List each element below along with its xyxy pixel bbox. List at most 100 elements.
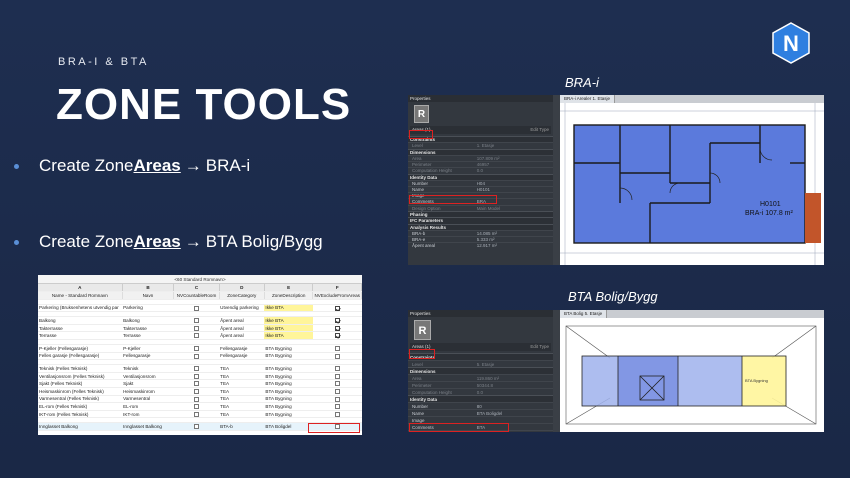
exclude-checkbox[interactable] — [334, 325, 340, 331]
property-row[interactable]: Number H04 — [408, 179, 553, 186]
property-value[interactable]: H04 — [475, 181, 553, 186]
countable-checkbox[interactable] — [194, 366, 199, 372]
exclude-checkbox[interactable] — [334, 333, 340, 339]
cell-description: BTA Bygning — [264, 379, 313, 389]
property-row[interactable]: Computation Height 0.0 — [408, 167, 553, 173]
countable-checkbox[interactable] — [194, 353, 199, 359]
property-row[interactable]: Åpent areal 12.917 m² — [408, 242, 553, 248]
exclude-checkbox[interactable] — [334, 353, 340, 359]
table-row[interactable]: Felles garasje (Fellesgarasje) Fellesgar… — [38, 352, 362, 361]
property-row[interactable]: Level 5. Etasje — [408, 360, 553, 367]
countable-checkbox[interactable] — [194, 325, 199, 331]
table-row[interactable]: Terrasse Terrasse Åpent areal Ikke BTA — [38, 331, 362, 341]
exclude-checkbox[interactable] — [334, 388, 340, 394]
cell-navn: Takterrasse — [122, 324, 174, 333]
property-row[interactable]: BRA-b 14.085 m² — [408, 230, 553, 236]
column-header: NVExcludeFromAreas — [312, 291, 362, 300]
countable-checkbox[interactable] — [194, 411, 199, 417]
property-value[interactable]: Main Model — [475, 206, 553, 211]
countable-checkbox[interactable] — [194, 388, 199, 394]
edit-type-button[interactable]: Edit Type — [530, 126, 551, 134]
property-row[interactable]: BRA-e 5.333 m² — [408, 236, 553, 242]
property-row[interactable]: Level 1. Etasje — [408, 142, 553, 148]
property-section[interactable]: Identity Data — [408, 395, 553, 402]
table-row[interactable]: Takterrasse Takterrasse Åpent areal Ikke… — [38, 324, 362, 333]
exclude-checkbox[interactable] — [334, 411, 340, 417]
property-row[interactable]: Perimeter 46957 — [408, 161, 553, 167]
cell-navn: Teknisk — [122, 364, 174, 373]
table-row[interactable]: IKT-rom (Felles Teknisk) IKT-rom TEA BTA… — [38, 410, 362, 419]
column-header: Name - Standard Romnavn — [38, 291, 123, 300]
countable-checkbox[interactable] — [194, 346, 199, 351]
properties-rows: Constraints Level 5. Etasje Dimensions Ar… — [408, 353, 553, 432]
property-value[interactable]: 107.809 m² — [475, 156, 553, 161]
exclude-checkbox[interactable] — [334, 396, 340, 402]
table-row[interactable]: EL-rom (Felles Teknisk) EL-rom TEA BTA B… — [38, 402, 362, 411]
exclude-checkbox[interactable] — [334, 373, 340, 379]
countable-checkbox[interactable] — [194, 333, 199, 339]
property-row[interactable]: Area 107.809 m² — [408, 154, 553, 161]
table-row[interactable]: Heismaskinrom (Felles Teknisk) Heismaski… — [38, 387, 362, 396]
table-row[interactable]: Sjakt (Felles Teknisk) Sjakt TEA BTA Byg… — [38, 379, 362, 389]
caption-bra-i: BRA-i — [565, 75, 599, 90]
cell-category: Åpent areal — [219, 331, 265, 341]
property-value[interactable]: 1. Etasje — [475, 143, 553, 148]
exclude-checkbox[interactable] — [334, 381, 340, 387]
highlight-type-selector — [409, 349, 435, 359]
countable-checkbox[interactable] — [194, 318, 199, 324]
property-value[interactable]: 119.860 m² — [475, 375, 553, 381]
property-value[interactable]: 50344.8 — [475, 382, 553, 388]
exclude-checkbox[interactable] — [334, 404, 340, 410]
revit-window-bta: Properties R Areas (1) Edit Type Constra… — [408, 310, 824, 432]
table-row[interactable]: Varmesentral (Felles Teknisk) Varmesentr… — [38, 395, 362, 404]
property-value[interactable]: 0.0 — [475, 168, 553, 173]
property-row[interactable]: Design Option Main Model — [408, 204, 553, 211]
property-value[interactable]: 14.085 m² — [475, 231, 553, 236]
countable-checkbox[interactable] — [194, 424, 199, 430]
properties-panel: Properties R Areas (1) Edit Type Constra… — [408, 95, 553, 265]
table-row[interactable]: Balkong Balkong Åpent areal Ikke BTA — [38, 316, 362, 325]
property-row[interactable]: Name BTA Boligdel — [408, 409, 553, 416]
cell-category: TEA — [219, 395, 265, 404]
exclude-checkbox[interactable] — [334, 366, 340, 372]
exclude-checkbox[interactable] — [334, 318, 340, 324]
exclude-checkbox[interactable] — [334, 346, 340, 351]
property-value[interactable]: 80 — [475, 403, 553, 409]
property-row[interactable]: Number 80 — [408, 402, 553, 409]
property-row[interactable]: Area 119.860 m² — [408, 374, 553, 381]
property-row[interactable]: Computation Height 0.0 — [408, 388, 553, 395]
property-key: Computation Height — [412, 390, 452, 395]
property-row[interactable]: Name H0101 — [408, 186, 553, 192]
countable-checkbox[interactable] — [194, 305, 199, 311]
cell-navn: IKT-rom — [122, 410, 174, 419]
view-bra-i[interactable]: BRA-i Arealer 1. Etasje H0101 BRA-i 107.… — [560, 95, 824, 265]
edit-type-button[interactable]: Edit Type — [530, 343, 551, 351]
countable-checkbox[interactable] — [194, 381, 199, 387]
property-value[interactable]: BTA Boligdel — [475, 410, 553, 416]
cell-category: Utvendig parkering — [219, 304, 265, 313]
property-value[interactable]: 12.917 m² — [475, 243, 553, 248]
view-tab[interactable]: BTA Bolig 5. Etasje — [560, 310, 608, 318]
property-value[interactable]: 0.0 — [475, 389, 553, 395]
column-letter: A — [38, 284, 123, 293]
cell-category: TEA — [219, 364, 265, 373]
table-row[interactable]: Parkering (Bruksenhetens utvendig par Pa… — [38, 304, 362, 313]
property-value[interactable]: 46957 — [475, 162, 553, 167]
property-row[interactable]: Perimeter 50344.8 — [408, 381, 553, 388]
property-row[interactable]: Image — [408, 416, 553, 423]
table-row[interactable]: Ventilasjonsrom (Felles Teknisk) Ventila… — [38, 372, 362, 381]
exclude-checkbox[interactable] — [334, 305, 340, 311]
countable-checkbox[interactable] — [194, 373, 199, 379]
property-section[interactable]: Dimensions — [408, 367, 553, 374]
property-value[interactable]: H0101 — [475, 187, 553, 192]
property-value[interactable]: 5. Etasje — [475, 361, 553, 367]
table-row[interactable]: P-Kjeller (Fellesgarasje) P-Kjeller Fell… — [38, 344, 362, 353]
property-key: Name — [412, 187, 425, 193]
view-tab[interactable]: BRA-i Arealer 1. Etasje — [560, 95, 616, 103]
countable-checkbox[interactable] — [194, 396, 199, 402]
table-row[interactable]: Teknisk (Felles Teknisk) Teknisk TEA BTA… — [38, 364, 362, 373]
view-bta[interactable]: BTA Bolig 5. Etasje BTA Bygning — [560, 310, 824, 432]
cell-category: Åpent areal — [219, 324, 265, 333]
property-value[interactable]: 5.333 m² — [475, 237, 553, 242]
countable-checkbox[interactable] — [194, 404, 199, 410]
